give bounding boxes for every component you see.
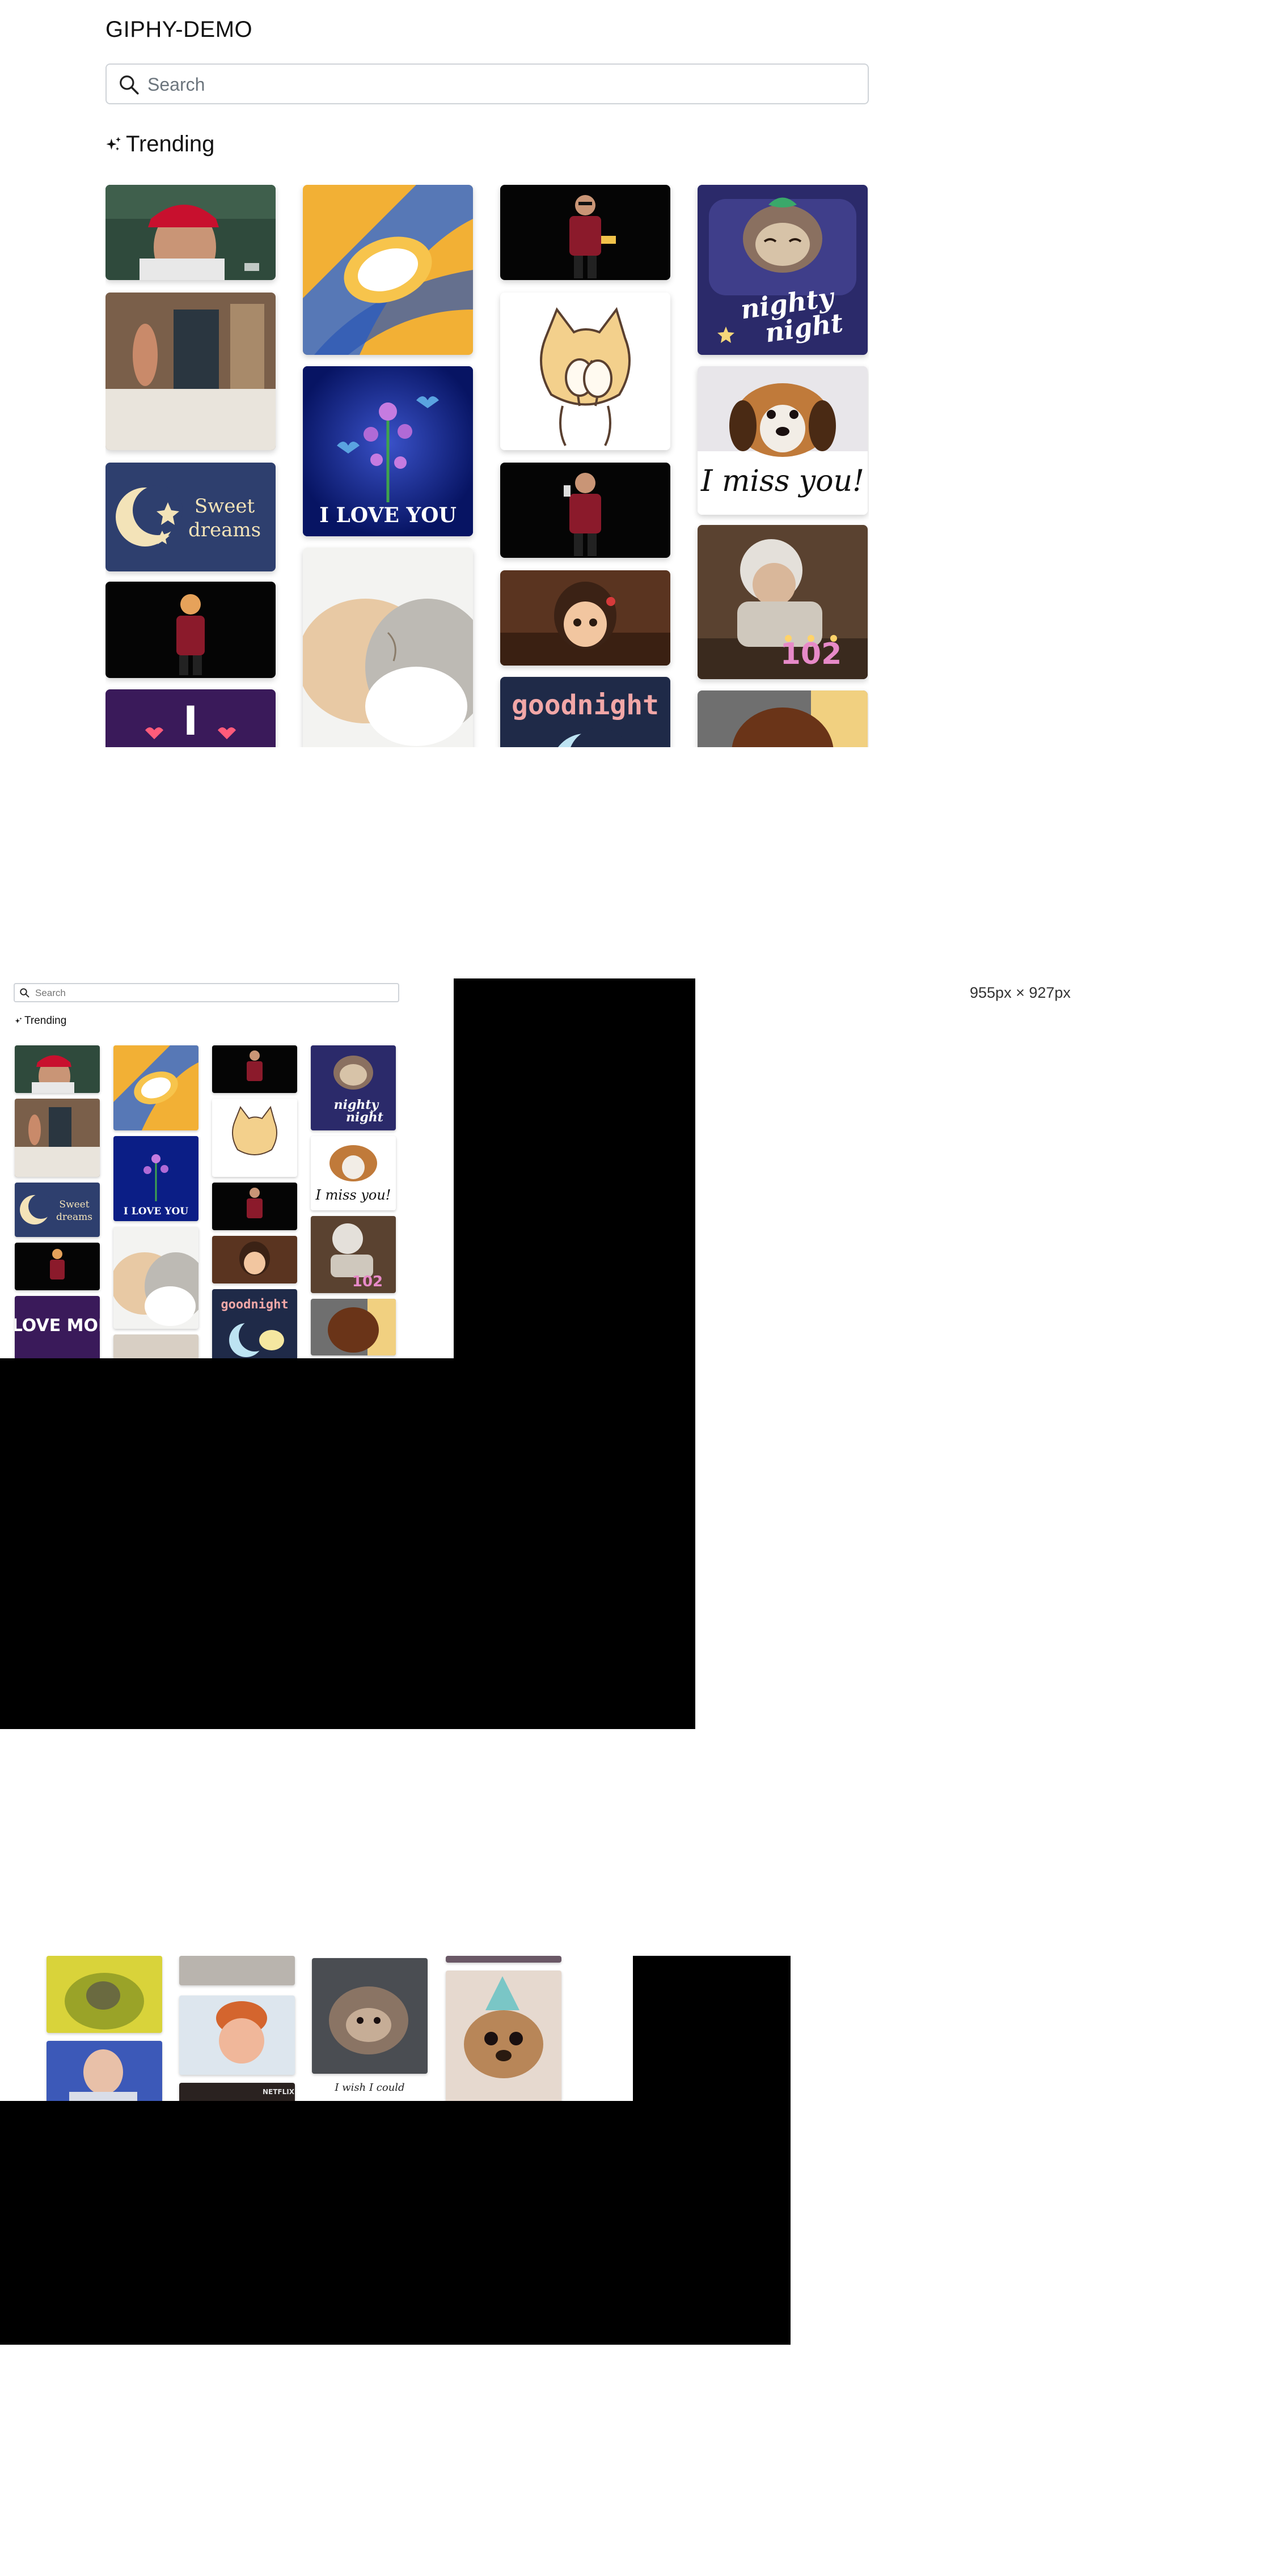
- gif-dog[interactable]: [698, 690, 868, 747]
- i-wish-text: I wish I could: [335, 2082, 405, 2094]
- preview-gif-dog[interactable]: [311, 1299, 396, 1355]
- gif-soccer-player-sunglasses[interactable]: [500, 185, 670, 280]
- viewport-dimensions: 955px × 927px: [970, 984, 1071, 1001]
- gif-soccer-player-phone[interactable]: [500, 463, 670, 558]
- preview-gif-nighty-night[interactable]: nighty night: [311, 1045, 396, 1130]
- gif-bedroom-jump[interactable]: [105, 293, 276, 450]
- candles-text: 102: [780, 637, 842, 671]
- scrolled-grid-fragment: NETFLIX I wish I could: [0, 1956, 633, 2101]
- preview-gif-soccer-sunglasses[interactable]: [212, 1045, 297, 1093]
- preview-search-bar[interactable]: [14, 983, 399, 1002]
- i-love-you-text: I LOVE YOU: [319, 503, 457, 527]
- preview-gif-baseball[interactable]: [15, 1045, 100, 1093]
- miss-you-text: I miss you!: [700, 464, 864, 498]
- gif-i-love-mom[interactable]: I: [105, 689, 276, 747]
- search-icon: [20, 988, 29, 998]
- gif-i-love-you-flowers[interactable]: I LOVE YOU: [303, 366, 473, 536]
- search-input[interactable]: [146, 73, 852, 96]
- gif-man-talking[interactable]: [47, 2041, 162, 2101]
- preview-gif-i-love-you[interactable]: I LOVE YOU: [113, 1136, 198, 1221]
- gif-party-chihuahua[interactable]: [446, 1971, 561, 2101]
- preview-gif-miss-you[interactable]: I miss you!: [311, 1136, 396, 1210]
- gif-grandma-birthday[interactable]: 102: [698, 525, 868, 679]
- preview-gif-partial[interactable]: [113, 1334, 198, 1358]
- gif-red-hair-kid[interactable]: [179, 1995, 295, 2075]
- svg-text:I LOVE MOM: I LOVE MOM: [15, 1316, 100, 1336]
- dreams-text: dreams: [188, 519, 261, 541]
- sweet-text: Sweet: [195, 495, 255, 518]
- app-title: GIPHY-DEMO: [105, 17, 253, 42]
- gif-soccer-player-pizza[interactable]: [105, 582, 276, 678]
- preview-section-title: Trending: [24, 1015, 67, 1027]
- gif-miss-you-puppy[interactable]: I miss you!: [698, 366, 868, 515]
- preview-search-input[interactable]: [34, 986, 377, 1000]
- search-bar[interactable]: [105, 63, 869, 104]
- preview-gif-grandma[interactable]: 102: [311, 1216, 396, 1293]
- svg-text:I miss you!: I miss you!: [315, 1187, 391, 1203]
- gif-cats-cuddling[interactable]: [303, 548, 473, 747]
- preview-gif-i-love-mom[interactable]: I LOVE MOM: [15, 1296, 100, 1358]
- gif-sweet-dreams[interactable]: Sweet dreams: [105, 463, 276, 571]
- svg-text:goodnight: goodnight: [221, 1298, 288, 1312]
- preview-gif-soccer-phone[interactable]: [212, 1183, 297, 1230]
- preview-gif-swirl[interactable]: [113, 1045, 198, 1130]
- sparkle-icon: [15, 1017, 22, 1024]
- overlay-top-right: [454, 978, 695, 1358]
- preview-gif-sweet-dreams[interactable]: Sweet dreams: [15, 1183, 100, 1237]
- section-heading: Trending: [105, 132, 214, 157]
- overlay-bottom-wide: [0, 2101, 791, 2345]
- overlay-bottom: [0, 1358, 695, 1729]
- svg-text:night: night: [346, 1110, 383, 1125]
- gif-netflix[interactable]: NETFLIX: [179, 2083, 295, 2101]
- svg-text:NETFLIX: NETFLIX: [263, 2088, 295, 2096]
- gif-grid: Sweet dreams I I LOVE YOU goodnight nigh…: [105, 185, 869, 747]
- gif-partial-top[interactable]: [179, 1956, 295, 1985]
- gif-yellow-splash[interactable]: [47, 1956, 162, 2033]
- gif-yellow-swirl[interactable]: [303, 185, 473, 355]
- svg-text:Sweet: Sweet: [59, 1199, 89, 1210]
- preview-gif-animated-girl[interactable]: [212, 1236, 297, 1283]
- gif-baby-sloth[interactable]: [312, 1958, 428, 2074]
- preview-gif-shy-cat[interactable]: [212, 1099, 297, 1177]
- gif-goodnight[interactable]: goodnight: [500, 677, 670, 747]
- svg-text:I LOVE YOU: I LOVE YOU: [124, 1206, 188, 1217]
- gif-animated-girl[interactable]: [500, 570, 670, 666]
- preview-window: Trending Sweet dreams I LOVE MOM I LOVE …: [0, 978, 454, 1358]
- svg-text:I: I: [183, 698, 198, 744]
- preview-gif-bedroom[interactable]: [15, 1099, 100, 1177]
- gif-baseball-player[interactable]: [105, 185, 276, 280]
- preview-gif-goodnight[interactable]: goodnight: [212, 1289, 297, 1358]
- svg-text:102: 102: [352, 1273, 383, 1290]
- preview-gif-soccer-pizza[interactable]: [15, 1243, 100, 1290]
- goodnight-text: goodnight: [512, 689, 659, 721]
- search-icon: [120, 75, 139, 95]
- gif-partial-top-2[interactable]: [446, 1956, 561, 1963]
- sparkle-icon: [106, 137, 121, 150]
- preview-section-heading: Trending: [15, 1015, 66, 1027]
- gif-shy-cat[interactable]: [500, 293, 670, 450]
- preview-gif-cats[interactable]: [113, 1227, 198, 1329]
- overlay-bottom-right: [633, 1956, 791, 2101]
- gif-nighty-night-sloth[interactable]: nighty night: [698, 185, 868, 355]
- section-title: Trending: [126, 132, 215, 156]
- svg-text:dreams: dreams: [56, 1211, 92, 1223]
